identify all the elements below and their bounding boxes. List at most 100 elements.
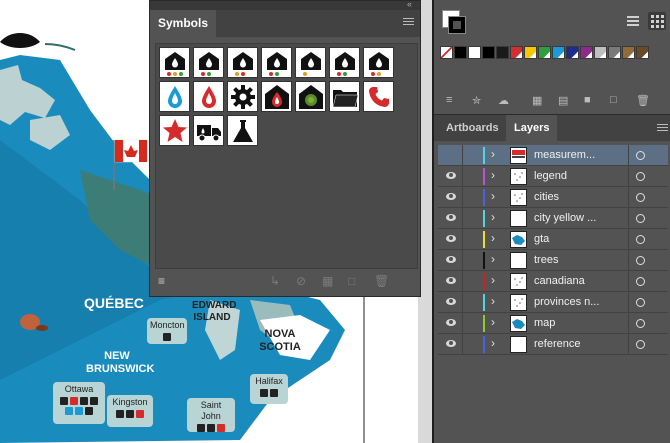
color-swatch[interactable] — [622, 46, 635, 59]
target-circle-icon[interactable] — [636, 172, 645, 181]
layer-name[interactable]: reference — [534, 337, 580, 352]
layer-row[interactable]: › canadiana — [438, 271, 668, 292]
layer-name[interactable]: map — [534, 316, 555, 331]
layer-row[interactable]: › trees — [438, 250, 668, 271]
house-drop-icon[interactable] — [295, 47, 326, 78]
stroke-swatch[interactable] — [448, 16, 466, 34]
target-circle-icon[interactable] — [636, 319, 645, 328]
visibility-eye-icon[interactable] — [446, 319, 456, 326]
visibility-eye-icon[interactable] — [446, 256, 456, 263]
panel-menu-icon[interactable] — [403, 18, 414, 27]
expand-chevron-icon[interactable]: › — [491, 294, 495, 308]
target-circle-icon[interactable] — [636, 298, 645, 307]
house-drop-icon[interactable] — [227, 47, 258, 78]
phone-icon[interactable] — [363, 81, 394, 112]
expand-chevron-icon[interactable]: › — [491, 231, 495, 245]
lock-toggle[interactable] — [462, 271, 463, 292]
target-circle-icon[interactable] — [636, 340, 645, 349]
symbol-options-icon[interactable]: ▦ — [322, 274, 333, 288]
swatch-options-icon[interactable]: ▤ — [558, 94, 568, 107]
house-drop-icon[interactable] — [159, 47, 190, 78]
break-link-icon[interactable]: ⊘ — [296, 274, 306, 288]
expand-chevron-icon[interactable]: › — [491, 147, 495, 161]
expand-chevron-icon[interactable]: › — [491, 210, 495, 224]
lock-toggle[interactable] — [462, 229, 463, 250]
house-drop-icon[interactable] — [363, 47, 394, 78]
layer-name[interactable]: legend — [534, 169, 567, 184]
layer-row[interactable]: › city yellow ... — [438, 208, 668, 229]
layer-row[interactable]: › measurem... — [438, 145, 668, 166]
water-drop-icon[interactable] — [159, 81, 190, 112]
folder-icon[interactable] — [329, 81, 360, 112]
color-swatch[interactable] — [510, 46, 523, 59]
collapse-panel-icon[interactable]: « — [407, 0, 412, 9]
lock-toggle[interactable] — [462, 250, 463, 271]
layer-name[interactable]: trees — [534, 253, 558, 268]
place-symbol-instance-icon[interactable]: ↳ — [270, 274, 280, 288]
lock-toggle[interactable] — [462, 334, 463, 355]
layer-row[interactable]: › provinces n... — [438, 292, 668, 313]
lock-toggle[interactable] — [462, 208, 463, 229]
house-circle-icon[interactable] — [295, 81, 326, 112]
house-drop-icon[interactable] — [193, 47, 224, 78]
grid-view-icon[interactable] — [648, 12, 666, 30]
lock-toggle[interactable] — [462, 187, 463, 208]
cc-libraries-icon[interactable]: ☁ — [498, 94, 509, 107]
lock-toggle[interactable] — [462, 292, 463, 313]
delete-symbol-icon[interactable]: 🗑 — [374, 274, 389, 288]
layer-name[interactable]: city yellow ... — [534, 211, 596, 226]
symbol-libraries-menu-icon[interactable]: ≡ — [158, 274, 165, 288]
house-drop-icon[interactable] — [261, 47, 292, 78]
target-circle-icon[interactable] — [636, 277, 645, 286]
visibility-eye-icon[interactable] — [446, 214, 456, 221]
expand-chevron-icon[interactable]: › — [491, 189, 495, 203]
tab-artboards[interactable]: Artboards — [438, 115, 507, 141]
visibility-eye-icon[interactable] — [446, 235, 456, 242]
expand-chevron-icon[interactable]: › — [491, 336, 495, 350]
target-circle-icon[interactable] — [636, 193, 645, 202]
visibility-eye-icon[interactable] — [446, 298, 456, 305]
layer-row[interactable]: › cities — [438, 187, 668, 208]
color-swatch[interactable] — [496, 46, 509, 59]
layer-name[interactable]: provinces n... — [534, 295, 599, 310]
symbols-panel[interactable]: « Symbols ≡ ↳ ⊘ ▦ □ 🗑 — [149, 0, 421, 297]
none-swatch[interactable] — [440, 46, 453, 59]
lock-toggle[interactable] — [462, 313, 463, 334]
layer-row[interactable]: › reference — [438, 334, 668, 355]
panel-menu-icon[interactable] — [657, 124, 668, 133]
tab-layers[interactable]: Layers — [506, 115, 558, 141]
visibility-eye-icon[interactable] — [446, 172, 456, 179]
layer-row[interactable]: › gta — [438, 229, 668, 250]
color-swatch[interactable] — [468, 46, 481, 59]
color-swatch[interactable] — [566, 46, 579, 59]
visibility-eye-icon[interactable] — [446, 193, 456, 200]
color-swatch[interactable] — [608, 46, 621, 59]
lock-toggle[interactable] — [462, 166, 463, 187]
layer-name[interactable]: canadiana — [534, 274, 585, 289]
delete-swatch-icon[interactable]: 🗑 — [636, 94, 650, 107]
list-view-icon[interactable] — [624, 12, 642, 30]
oil-drop-icon[interactable] — [193, 81, 224, 112]
new-swatch-icon[interactable]: □ — [610, 94, 617, 106]
color-swatch[interactable] — [636, 46, 649, 59]
visibility-eye-icon[interactable] — [446, 340, 456, 347]
house-drop-icon[interactable] — [329, 47, 360, 78]
target-circle-icon[interactable] — [636, 214, 645, 223]
expand-chevron-icon[interactable]: › — [491, 315, 495, 329]
tab-symbols[interactable]: Symbols — [150, 10, 217, 37]
swatch-libraries-icon[interactable]: ≡ — [446, 94, 452, 106]
flask-icon[interactable] — [227, 115, 258, 146]
panel-drag-bar[interactable] — [150, 1, 420, 10]
target-circle-icon[interactable] — [636, 256, 645, 265]
target-circle-icon[interactable] — [636, 235, 645, 244]
show-swatch-kinds-icon[interactable]: ▦ — [532, 94, 542, 107]
color-swatch[interactable] — [454, 46, 467, 59]
star-icon[interactable] — [159, 115, 190, 146]
layer-name[interactable]: cities — [534, 190, 559, 205]
expand-chevron-icon[interactable]: › — [491, 273, 495, 287]
layer-row[interactable]: › map — [438, 313, 668, 334]
new-symbol-icon[interactable]: □ — [348, 274, 355, 288]
layer-name[interactable]: gta — [534, 232, 549, 247]
color-swatch[interactable] — [482, 46, 495, 59]
gear-icon[interactable] — [227, 81, 258, 112]
